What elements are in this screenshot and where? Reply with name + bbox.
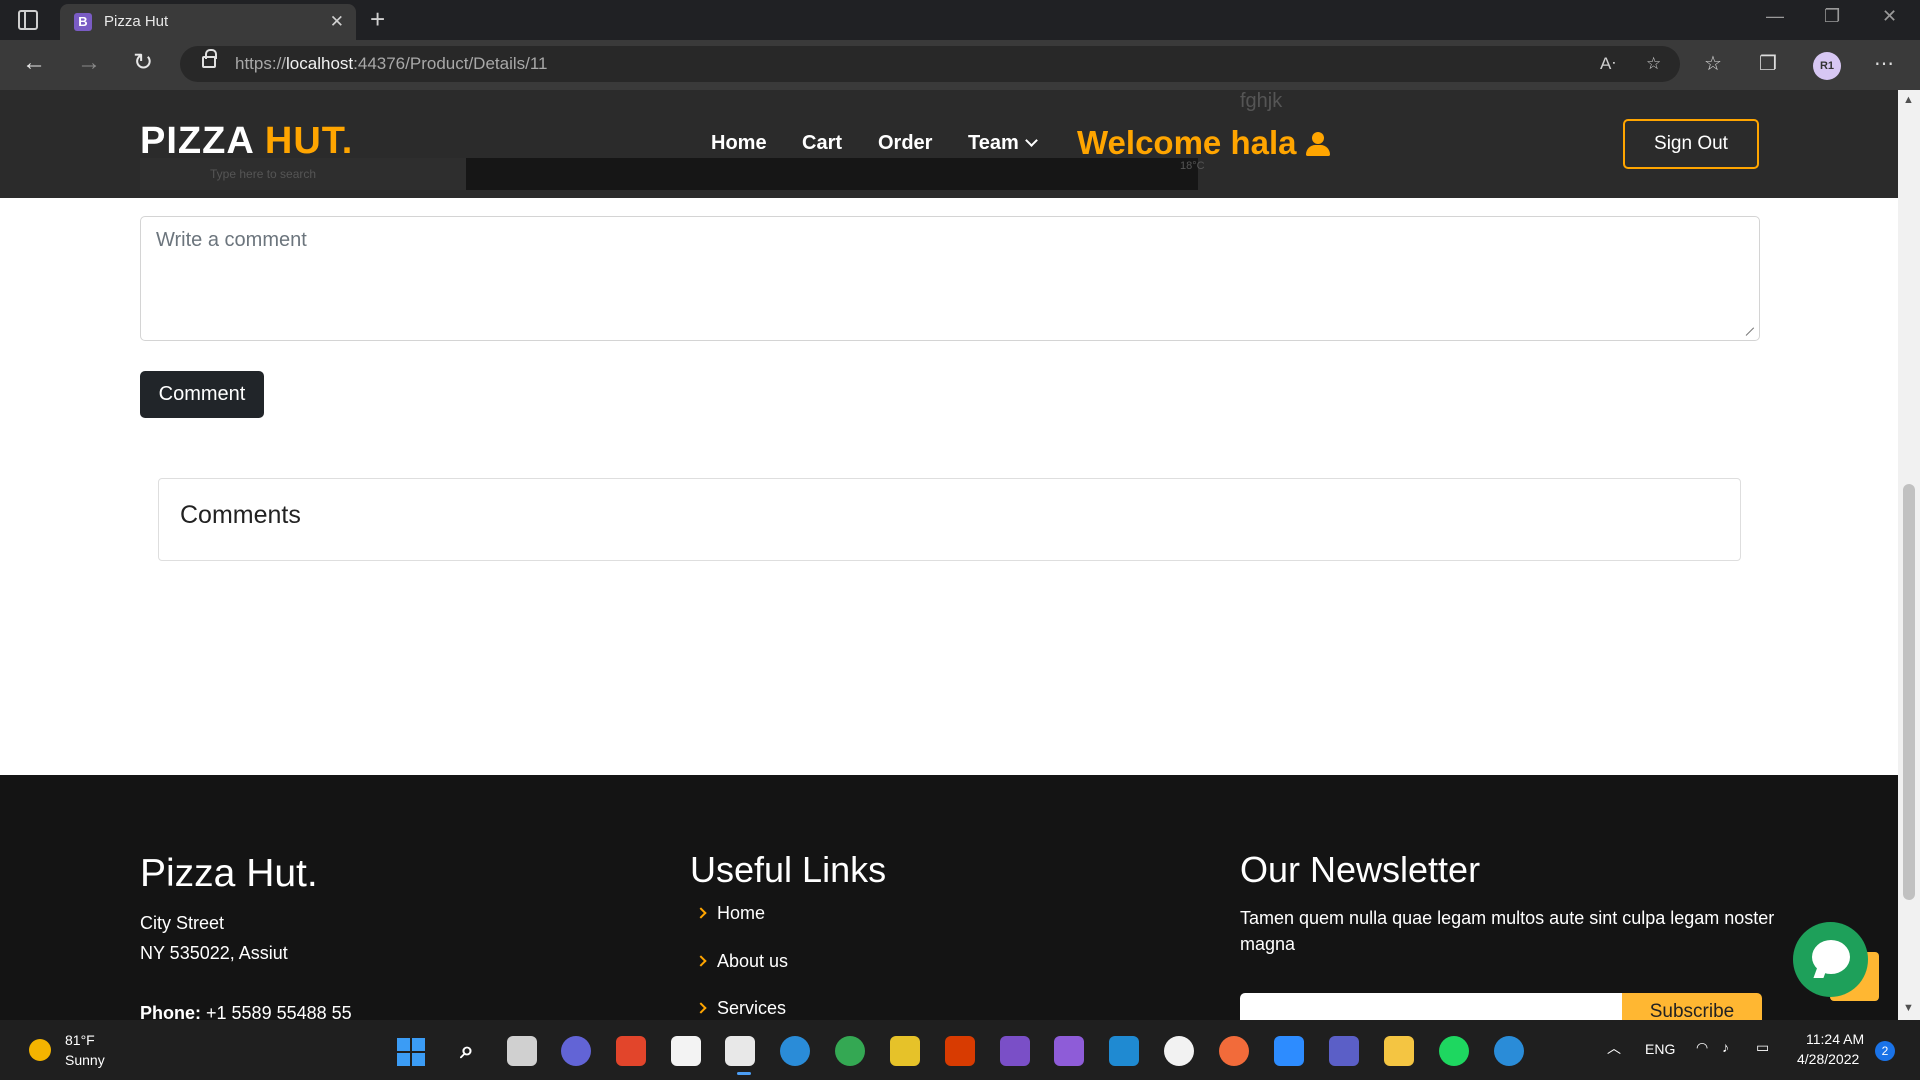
resize-handle-icon[interactable]	[1746, 327, 1756, 337]
user-icon	[1306, 132, 1331, 156]
page-scrollbar[interactable]: ▲ ▼	[1898, 90, 1920, 1020]
sticky-app-icon[interactable]	[890, 1036, 920, 1066]
overlay-search-text: Type here to search	[210, 167, 317, 181]
browser-tab-bar: B Pizza Hut ✕ + — ❐ ✕	[0, 0, 1920, 40]
notification-badge[interactable]: 2	[1875, 1041, 1895, 1061]
forward-icon[interactable]: →	[77, 50, 101, 76]
back-icon[interactable]: ←	[22, 50, 46, 76]
site-logo[interactable]: PIZZA HUT.	[140, 120, 353, 163]
nav-cart[interactable]: Cart	[802, 132, 842, 155]
wifi-icon[interactable]: ◠	[1696, 1039, 1708, 1056]
collections-icon[interactable]: ❐	[1759, 51, 1777, 76]
store-icon[interactable]	[671, 1036, 701, 1066]
tab-close-icon[interactable]: ✕	[330, 12, 344, 32]
clock-time[interactable]: 11:24 AM	[1806, 1031, 1864, 1047]
phone-line: Phone: +1 5589 55488 55	[140, 1003, 352, 1020]
windows-start-icon[interactable]	[397, 1038, 425, 1066]
restore-icon[interactable]: ❐	[1824, 6, 1840, 27]
browser-tab[interactable]: B Pizza Hut ✕	[60, 4, 356, 40]
browser-toolbar: ← → ↻ https://localhost:44376/Product/De…	[0, 40, 1920, 90]
clock-date[interactable]: 4/28/2022	[1797, 1051, 1859, 1067]
new-tab-icon[interactable]: +	[370, 5, 385, 33]
nav-home[interactable]: Home	[711, 132, 767, 155]
vscode-icon[interactable]	[1109, 1036, 1139, 1066]
address-bar[interactable]: https://localhost:44376/Product/Details/…	[180, 46, 1680, 82]
scroll-up-icon[interactable]: ▲	[1903, 94, 1914, 106]
address-line-2: NY 535022, Assiut	[140, 943, 288, 963]
nav-team[interactable]: Team	[968, 132, 1038, 155]
search-icon[interactable]: ⌕	[452, 1036, 482, 1066]
comments-title: Comments	[180, 501, 301, 529]
spotify-icon[interactable]	[1439, 1036, 1469, 1066]
comments-card: Comments	[158, 478, 1741, 561]
welcome-user[interactable]: Welcome hala	[1077, 124, 1331, 162]
teams-icon[interactable]	[1329, 1036, 1359, 1066]
comment-input[interactable]	[140, 216, 1760, 341]
windows-app-icon[interactable]	[945, 1036, 975, 1066]
tab-actions-icon[interactable]	[18, 10, 38, 30]
favorites-icon[interactable]: ☆	[1704, 51, 1722, 76]
visual-studio-preview-icon[interactable]	[1054, 1036, 1084, 1066]
weather-desc[interactable]: Sunny	[65, 1052, 105, 1068]
chat-button[interactable]	[1793, 922, 1868, 997]
snipping-tool-icon[interactable]	[725, 1036, 755, 1066]
edge-dev-icon[interactable]	[1494, 1036, 1524, 1066]
newsletter-text: Tamen quem nulla quae legam multos aute …	[1240, 908, 1775, 954]
visual-studio-icon[interactable]	[1000, 1036, 1030, 1066]
nav-order[interactable]: Order	[878, 132, 932, 155]
overlay-text: fghjk	[1240, 90, 1283, 112]
postman-icon[interactable]	[1219, 1036, 1249, 1066]
weather-temp[interactable]: 81°F	[65, 1032, 95, 1048]
site-header: Type here to search 18°C fghjk PIZZA HUT…	[0, 90, 1898, 198]
battery-icon[interactable]: ▭	[1756, 1039, 1769, 1056]
language-indicator[interactable]: ENG	[1645, 1041, 1675, 1057]
minimize-icon[interactable]: —	[1766, 6, 1784, 27]
add-favorite-icon[interactable]: ☆	[1646, 54, 1661, 74]
footer-link-services[interactable]: Services	[697, 998, 786, 1019]
office-icon[interactable]	[616, 1036, 646, 1066]
task-view-icon[interactable]	[507, 1036, 537, 1066]
refresh-icon[interactable]: ↻	[133, 50, 153, 76]
footer-link-home[interactable]: Home	[697, 903, 765, 924]
scroll-down-icon[interactable]: ▼	[1903, 1002, 1914, 1014]
newsletter-heading: Our Newsletter	[1240, 849, 1481, 890]
edge-icon[interactable]	[780, 1036, 810, 1066]
sign-out-button[interactable]: Sign Out	[1623, 119, 1759, 169]
site-footer: Pizza Hut. City Street NY 535022, Assiut…	[0, 775, 1898, 1020]
newsletter-email-input[interactable]	[1240, 993, 1622, 1020]
url-text[interactable]: https://localhost:44376/Product/Details/…	[235, 54, 548, 74]
chat-app-icon[interactable]	[561, 1036, 591, 1066]
volume-icon[interactable]: ♪	[1722, 1039, 1729, 1055]
file-explorer-icon[interactable]	[1384, 1036, 1414, 1066]
os-taskbar: 81°F Sunny ⌕ ︿ ENG ◠ ♪ ▭ 11:24 AM 4/28/2…	[0, 1020, 1920, 1080]
tray-chevron-icon[interactable]: ︿	[1607, 1038, 1621, 1058]
window-close-icon[interactable]: ✕	[1882, 6, 1897, 27]
read-aloud-icon[interactable]: Aᐧ	[1600, 54, 1616, 74]
chevron-down-icon	[1024, 134, 1038, 147]
address-line-1: City Street	[140, 913, 225, 933]
tab-favicon-icon: B	[74, 13, 92, 31]
active-app-indicator	[737, 1072, 751, 1075]
links-heading: Useful Links	[690, 849, 887, 890]
lock-icon[interactable]	[202, 49, 217, 68]
tab-title: Pizza Hut	[104, 13, 169, 30]
chrome-icon[interactable]	[835, 1036, 865, 1066]
profile-avatar[interactable]: R1	[1813, 52, 1841, 80]
scrollbar-thumb[interactable]	[1903, 484, 1915, 900]
subscribe-button[interactable]: Subscribe	[1622, 993, 1762, 1020]
comment-button[interactable]: Comment	[140, 371, 264, 418]
zoom-icon[interactable]	[1274, 1036, 1304, 1066]
more-menu-icon[interactable]: ⋯	[1874, 51, 1894, 76]
sun-icon[interactable]	[29, 1039, 51, 1061]
footer-link-about[interactable]: About us	[697, 951, 788, 972]
chat-bubble-icon	[1812, 940, 1850, 974]
mongodb-icon[interactable]	[1164, 1036, 1194, 1066]
footer-brand: Pizza Hut.	[140, 852, 318, 895]
